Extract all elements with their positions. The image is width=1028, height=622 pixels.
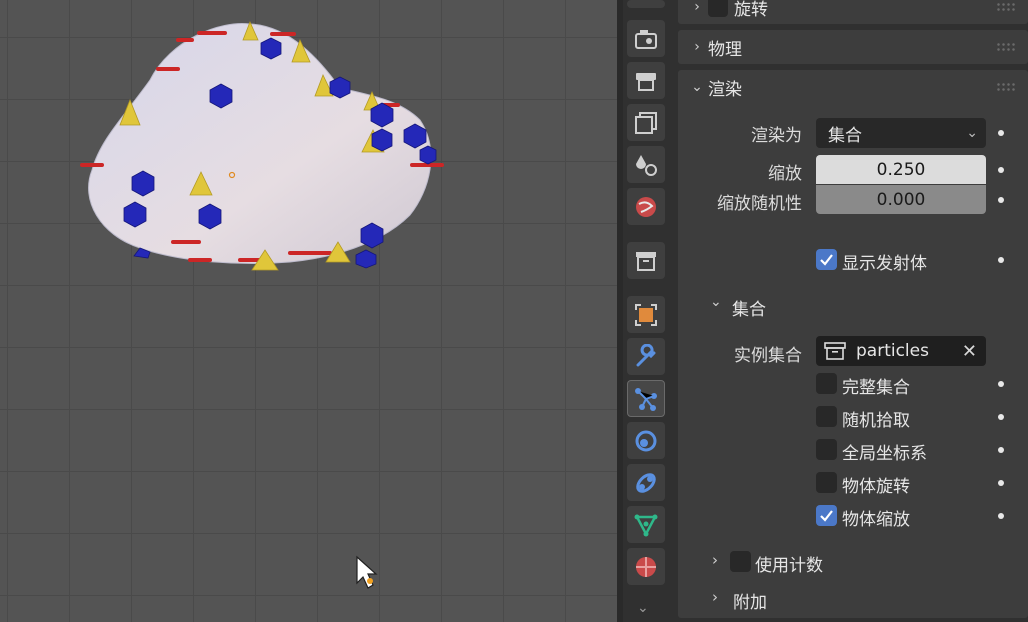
scale-value: 0.250 xyxy=(876,159,926,180)
collection-icon xyxy=(824,342,846,360)
tab-material[interactable] xyxy=(627,548,665,585)
render-as-value: 集合 xyxy=(828,125,862,146)
panel-physics-title: 物理 xyxy=(708,39,742,60)
render-as-dropdown[interactable]: 集合 ⌄ xyxy=(816,118,986,148)
tab-object[interactable] xyxy=(627,296,665,333)
panel-render-title: 渲染 xyxy=(708,79,742,100)
panel-rotation-title: 旋转 xyxy=(734,0,768,20)
checkmark-icon xyxy=(820,254,833,266)
properties-tabs: ⌄ xyxy=(623,0,668,622)
constraints-icon xyxy=(636,472,656,493)
tab-object-data[interactable] xyxy=(627,506,665,543)
tab-view-layer[interactable] xyxy=(627,104,665,141)
object-rotation-checkbox[interactable] xyxy=(816,472,837,493)
world-icon xyxy=(636,196,656,217)
show-emitter-label: 显示发射体 xyxy=(842,254,927,274)
viewport-scene xyxy=(80,20,444,589)
physics-icon xyxy=(635,430,657,451)
scale-random-value: 0.000 xyxy=(876,189,926,210)
keyframe-dot[interactable] xyxy=(998,130,1004,136)
subpanel-collection-title[interactable]: 集合 xyxy=(732,295,766,320)
object-data-icon xyxy=(634,514,658,537)
keyframe-dot[interactable] xyxy=(998,167,1004,173)
option-label: 完整集合 xyxy=(842,378,910,398)
checkmark-icon xyxy=(820,510,833,522)
subpanel-extra-title[interactable]: 附加 xyxy=(733,588,767,613)
rotation-checkbox[interactable] xyxy=(708,0,728,17)
view-layer-icon xyxy=(635,111,657,134)
tabs-scroll-down-icon[interactable]: ⌄ xyxy=(637,600,649,616)
instance-collection-value: particles xyxy=(856,341,929,361)
scale-field[interactable]: 0.250 xyxy=(816,155,986,184)
tab-particles[interactable] xyxy=(627,380,665,417)
tab-tool[interactable] xyxy=(627,0,665,8)
show-emitter-checkbox[interactable] xyxy=(816,249,837,270)
instance-collection-label: 实例集合 xyxy=(734,346,802,366)
tab-render[interactable] xyxy=(627,20,665,57)
tab-physics[interactable] xyxy=(627,422,665,459)
3d-viewport[interactable] xyxy=(0,0,617,622)
chevron-right-icon[interactable]: › xyxy=(712,588,718,606)
chevron-right-icon: › xyxy=(694,0,700,15)
tab-modifier[interactable] xyxy=(627,338,665,375)
use-count-checkbox[interactable] xyxy=(730,551,751,572)
chevron-right-icon[interactable]: › xyxy=(712,551,718,569)
collection-icon xyxy=(636,251,656,271)
tab-world[interactable] xyxy=(627,188,665,225)
close-icon[interactable]: ✕ xyxy=(962,341,977,362)
mouse-pointer-icon xyxy=(356,555,378,589)
object-icon xyxy=(635,303,657,326)
render-icon xyxy=(635,29,657,49)
instance-collection-field[interactable]: particles ✕ xyxy=(816,336,986,366)
option-label: 物体旋转 xyxy=(842,477,910,497)
keyframe-dot[interactable] xyxy=(998,197,1004,203)
object-scale-checkbox[interactable] xyxy=(816,505,837,526)
scale-random-field[interactable]: 0.000 xyxy=(816,185,986,214)
keyframe-dot[interactable] xyxy=(998,414,1004,420)
tab-collection[interactable] xyxy=(627,242,665,279)
chevron-down-icon[interactable]: ⌄ xyxy=(710,294,722,310)
material-icon xyxy=(636,556,656,577)
use-count-label[interactable]: 使用计数 xyxy=(755,551,823,576)
scale-random-label: 缩放随机性 xyxy=(717,194,802,214)
chevron-down-icon: ⌄ xyxy=(691,79,703,95)
panel-rotation-header[interactable]: › 旋转 xyxy=(678,0,1028,24)
output-icon xyxy=(636,72,656,91)
drag-handle-icon[interactable] xyxy=(996,82,1016,92)
pick-random-checkbox[interactable] xyxy=(816,406,837,427)
chevron-down-icon: ⌄ xyxy=(966,125,978,141)
keyframe-dot[interactable] xyxy=(998,447,1004,453)
tab-output[interactable] xyxy=(627,62,665,99)
keyframe-dot[interactable] xyxy=(998,513,1004,519)
global-coordinates-checkbox[interactable] xyxy=(816,439,837,460)
particles-icon xyxy=(635,387,657,411)
drag-handle-icon[interactable] xyxy=(996,42,1016,52)
option-label: 随机拾取 xyxy=(842,411,910,431)
keyframe-dot[interactable] xyxy=(998,480,1004,486)
scale-label: 缩放 xyxy=(768,164,802,184)
modifier-icon xyxy=(636,343,656,366)
tab-scene[interactable] xyxy=(627,146,665,183)
panel-physics-header[interactable]: › 物理 xyxy=(678,30,1028,64)
panel-render-header[interactable]: ⌄ 渲染 xyxy=(678,70,1028,104)
option-label: 全局坐标系 xyxy=(842,444,927,464)
keyframe-dot[interactable] xyxy=(998,257,1004,263)
tab-constraints[interactable] xyxy=(627,464,665,501)
drag-handle-icon[interactable] xyxy=(996,2,1016,12)
scene-icon xyxy=(636,154,657,176)
keyframe-dot[interactable] xyxy=(998,381,1004,387)
whole-collection-checkbox[interactable] xyxy=(816,373,837,394)
option-label: 物体缩放 xyxy=(842,510,910,530)
chevron-right-icon: › xyxy=(694,39,700,55)
render-as-label: 渲染为 xyxy=(751,126,802,146)
